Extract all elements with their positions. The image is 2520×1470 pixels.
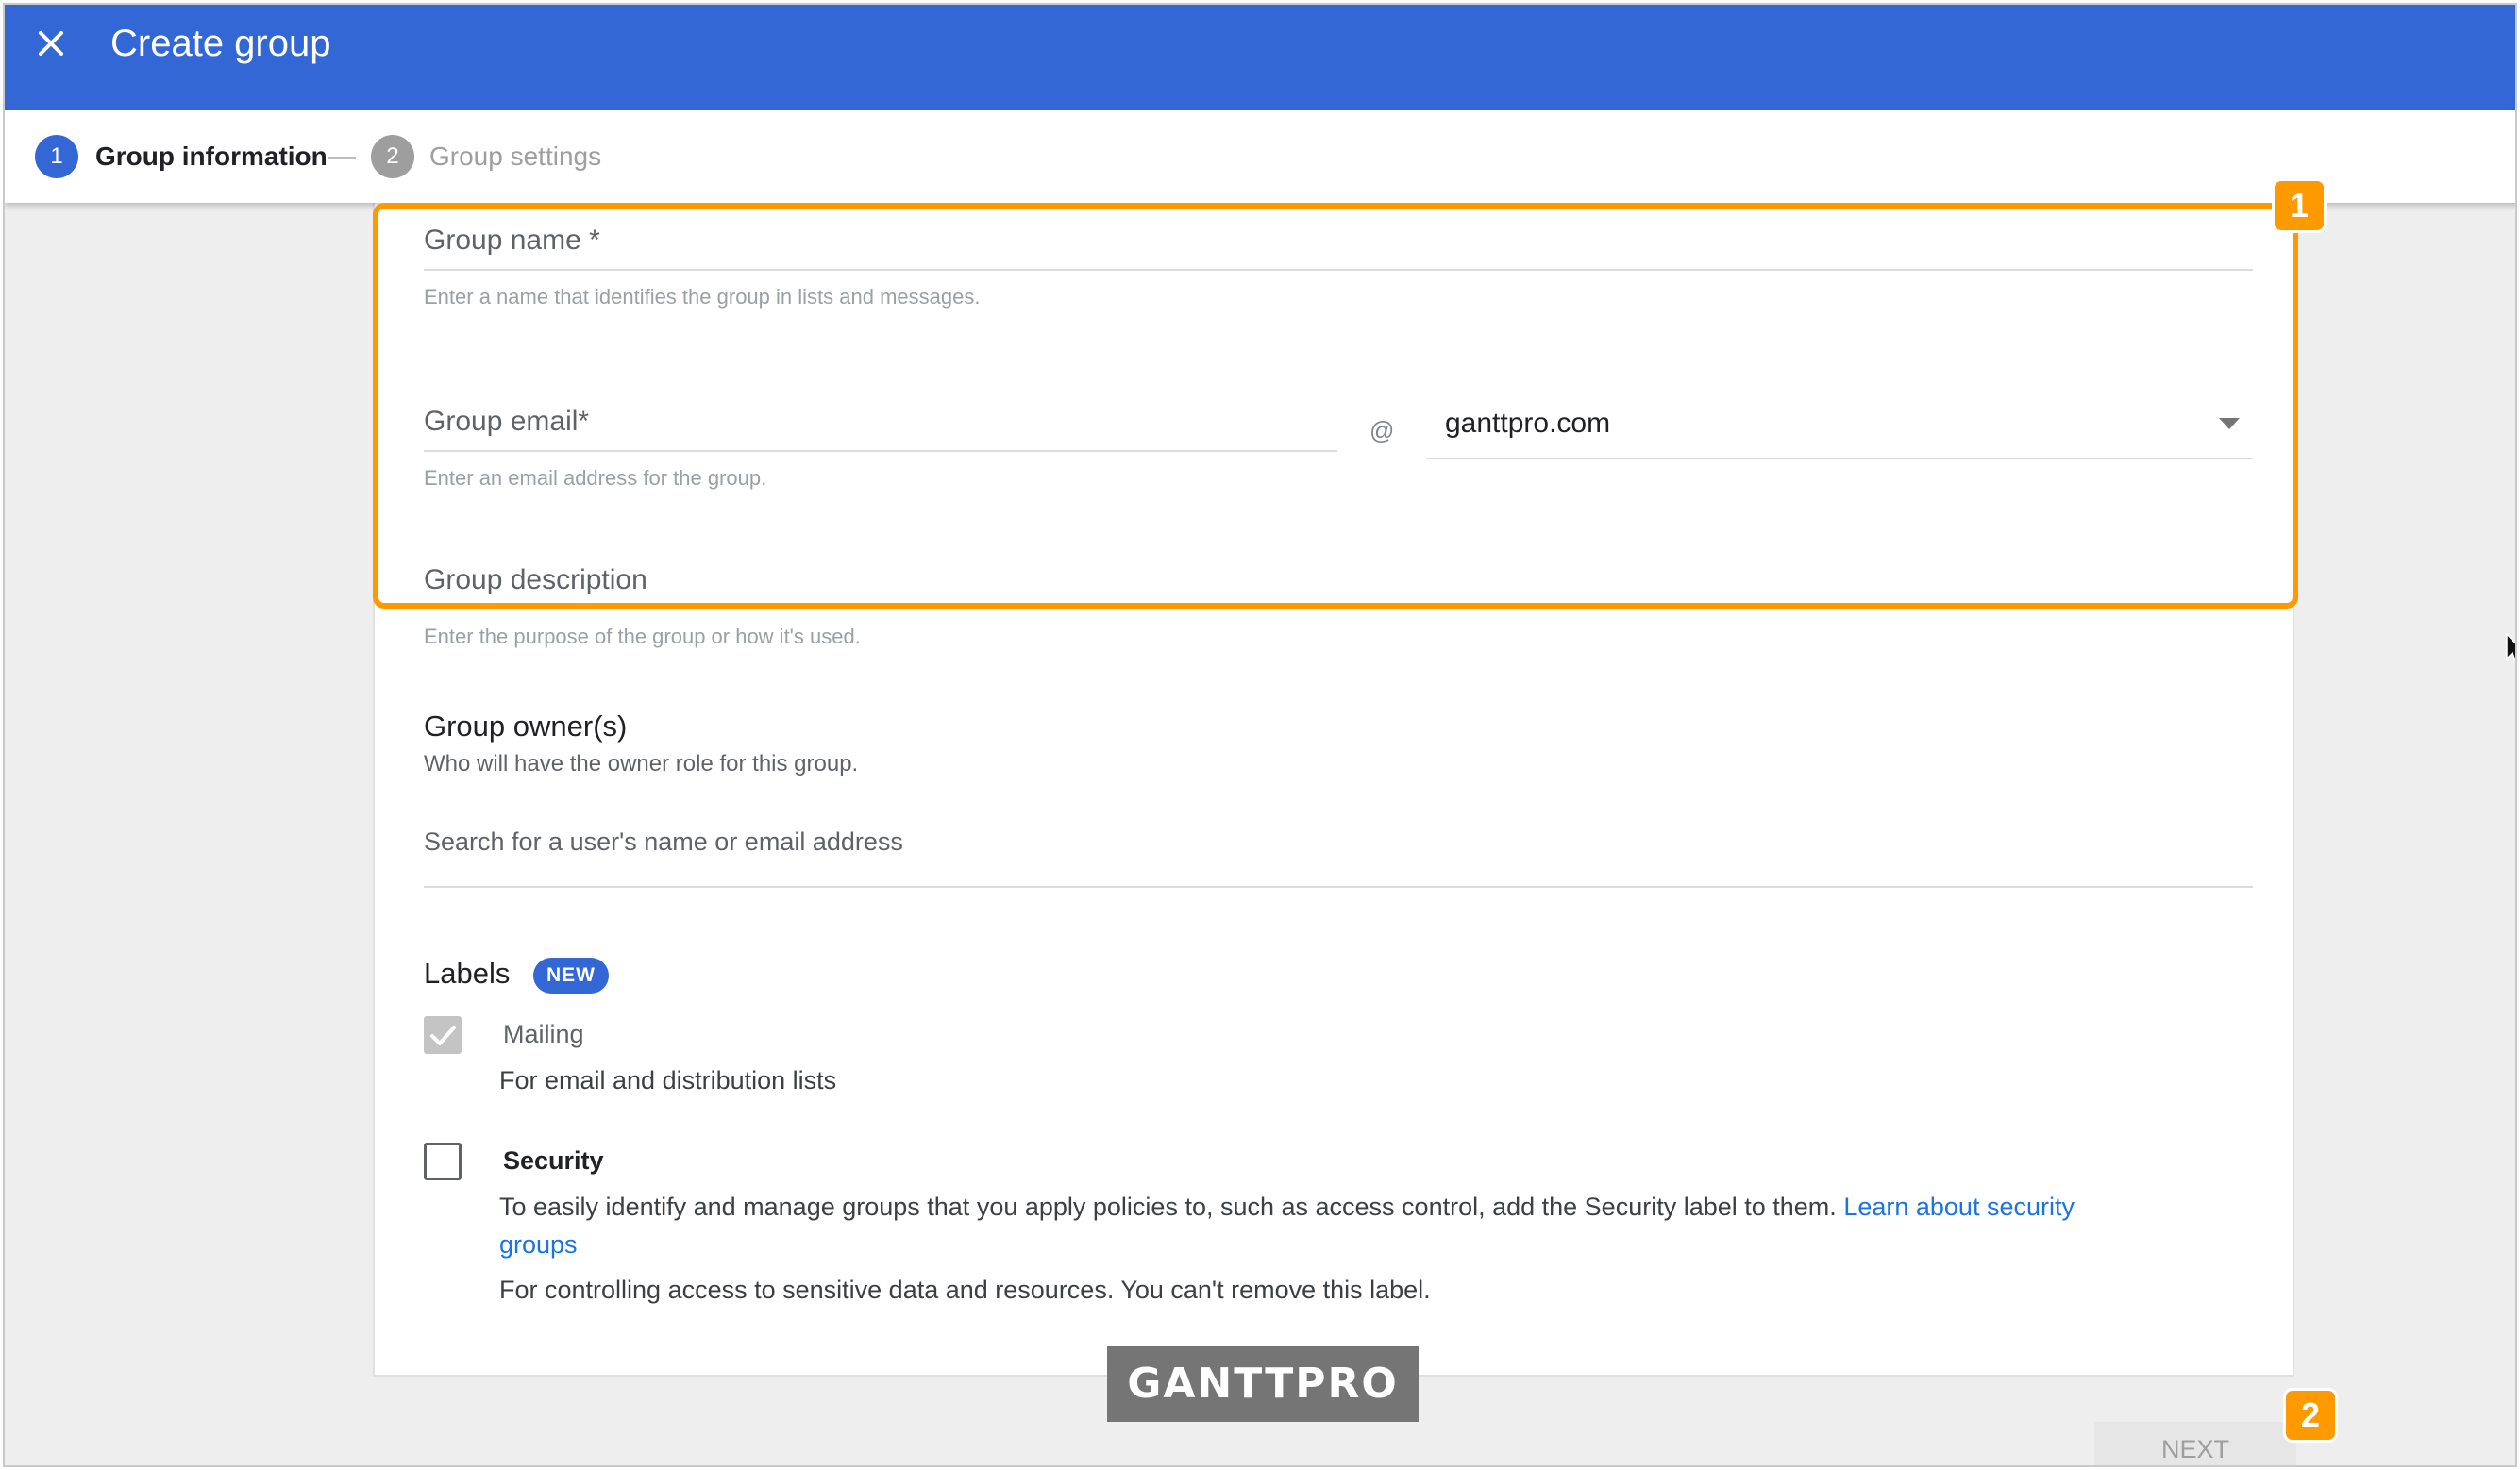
close-button[interactable]	[29, 22, 73, 65]
security-note: For controlling access to sensitive data…	[499, 1276, 1431, 1304]
group-description-input[interactable]: Group description	[424, 563, 647, 597]
owner-search-input[interactable]: Search for a user's name or email addres…	[424, 826, 903, 858]
security-checkbox[interactable]	[424, 1143, 462, 1180]
mouse-cursor-icon	[2506, 633, 2515, 663]
group-email-input[interactable]: Group email*	[424, 405, 589, 439]
learn-about-security-link[interactable]: Learn about security	[1843, 1193, 2075, 1221]
close-icon	[39, 31, 63, 56]
chevron-down-icon[interactable]	[2219, 418, 2240, 429]
domain-select[interactable]: ganttpro.com	[1445, 407, 1610, 441]
security-description-text: To easily identify and manage groups tha…	[499, 1193, 1837, 1221]
dialog-title: Create group	[110, 23, 331, 64]
mailing-checkbox[interactable]	[424, 1016, 462, 1054]
step-connector	[328, 157, 356, 159]
step-2-number[interactable]: 2	[371, 135, 414, 178]
dialog-header: Create group	[5, 5, 2515, 110]
new-badge: NEW	[533, 958, 609, 994]
create-group-dialog: Create group 1 Group information 2 Group…	[3, 3, 2517, 1467]
owner-search-underline	[424, 886, 2253, 888]
step-1-number[interactable]: 1	[35, 135, 78, 178]
security-description: To easily identify and manage groups tha…	[499, 1188, 2255, 1263]
group-email-underline	[424, 450, 1337, 452]
learn-about-security-link-continued[interactable]: groups	[499, 1230, 578, 1259]
labels-title: Labels	[424, 957, 511, 990]
group-email-hint: Enter an email address for the group.	[424, 466, 767, 490]
next-button[interactable]: NEXT	[2094, 1422, 2296, 1465]
check-icon	[430, 1026, 456, 1045]
mailing-description: For email and distribution lists	[499, 1066, 837, 1094]
form-card: Group name * Enter a name that identifie…	[373, 203, 2294, 1377]
ganttpro-watermark: GANTTPRO	[1107, 1346, 1419, 1422]
group-description-hint: Enter the purpose of the group or how it…	[424, 625, 861, 648]
annotation-callout-2: 2	[2283, 1388, 2338, 1443]
mailing-label: Mailing	[503, 1020, 584, 1048]
group-name-hint: Enter a name that identifies the group i…	[424, 285, 981, 309]
step-2-label[interactable]: Group settings	[429, 141, 601, 173]
security-label: Security	[503, 1146, 604, 1175]
group-name-underline	[424, 269, 2253, 271]
stepper: 1 Group information 2 Group settings	[5, 110, 2515, 203]
group-name-input[interactable]: Group name *	[424, 224, 600, 258]
at-sign: @	[1369, 416, 1395, 444]
domain-underline	[1426, 458, 2253, 459]
step-1-label[interactable]: Group information	[95, 141, 328, 173]
annotation-callout-1: 1	[2272, 178, 2327, 233]
owners-title: Group owner(s)	[424, 710, 628, 743]
owners-subtitle: Who will have the owner role for this gr…	[424, 751, 859, 777]
